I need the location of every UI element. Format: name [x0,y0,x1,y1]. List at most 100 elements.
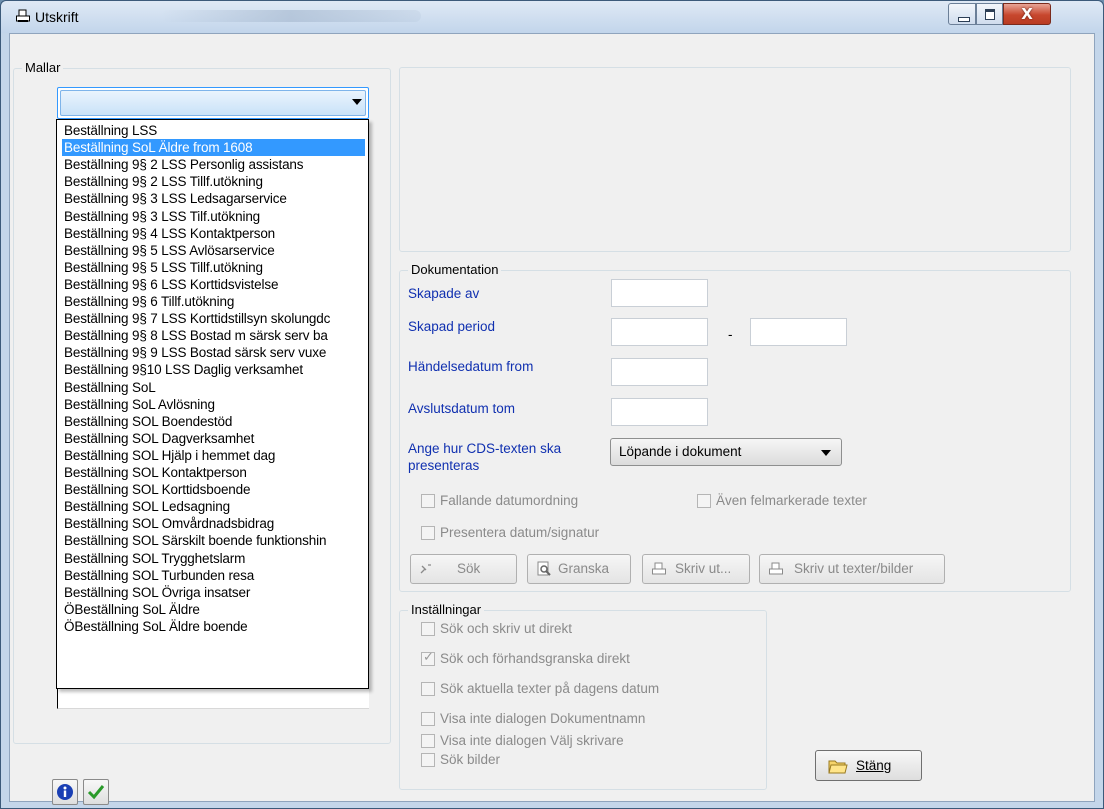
print-texts-button-label: Skriv ut texter/bilder [794,561,914,576]
template-list-item[interactable]: Beställning SOL Hjälp i hemmet dag [58,447,368,464]
template-list-item[interactable]: ÖBeställning SoL Äldre boende [58,618,368,635]
dialog-window: Utskrift X Mallar Dokumentation Inställn… [0,0,1104,809]
template-list-item[interactable]: Beställning SOL Ledsagning [58,498,368,515]
template-list-item[interactable]: Beställning SOL Omvårdnadsbidrag [58,515,368,532]
cds-label-line2: presenteras [408,458,480,473]
template-list-item[interactable]: Beställning 9§ 3 LSS Tilf.utökning [58,208,368,225]
template-list-item[interactable]: Beställning 9§ 7 LSS Korttidstillsyn sko… [58,310,368,327]
template-list-item[interactable]: Beställning SOL Dagverksamhet [58,430,368,447]
include-marked-label: Även felmarkerade texter [716,493,867,508]
close-icon: X [1021,5,1033,23]
settings-option-checkbox[interactable] [421,622,435,636]
chevron-down-icon[interactable] [352,99,362,105]
desc-date-order-checkbox[interactable] [421,494,435,508]
checkmark-icon: ✓ [423,650,434,665]
template-list-item[interactable]: Beställning SOL Turbunden resa [58,567,368,584]
folder-icon [828,760,848,774]
minimize-button[interactable] [948,3,976,25]
maximize-button[interactable] [976,3,1003,25]
template-list-item[interactable]: Beställning SOL Korttidsboende [58,481,368,498]
end-date-label: Avslutsdatum tom [408,401,516,416]
close-button-label: Stäng [856,758,892,773]
settings-option-label: Visa inte dialogen Dokumentnamn [440,711,646,726]
template-list-item[interactable]: Beställning 9§ 2 LSS Tillf.utökning [58,173,368,190]
ok-button[interactable] [83,779,109,805]
template-list-item[interactable]: Beställning 9§ 8 LSS Bostad m särsk serv… [58,327,368,344]
printer-icon [769,562,783,575]
maximize-icon [985,9,995,20]
template-list-item[interactable]: Beställning SoL Avlösning [58,396,368,413]
template-list-item[interactable]: Beställning SOL Övriga insatser [58,584,368,601]
cds-presentation-select[interactable]: Löpande i dokument [610,438,842,466]
settings-group-label: Inställningar [408,602,485,617]
template-list-item[interactable]: Beställning SoL Äldre from 1608 [62,139,365,157]
preview-panel [399,67,1071,252]
template-list-item[interactable]: Beställning 9§ 3 LSS Ledsagarservice [58,190,368,207]
template-combo[interactable] [57,87,369,119]
event-date-input[interactable] [611,358,708,386]
documentation-group-label: Dokumentation [408,262,502,277]
period-separator: - [728,327,733,342]
search-icon [420,564,431,574]
print-button[interactable]: Skriv ut... [642,554,750,584]
template-list-item[interactable]: ÖBeställning SoL Äldre [58,601,368,618]
search-button-label: Sök [457,561,481,576]
settings-option-checkbox[interactable] [421,712,435,726]
title-bar[interactable]: Utskrift X [1,1,1103,33]
template-list-item[interactable]: Beställning SoL [58,379,368,396]
cds-label-line1: Ange hur CDS-texten ska [408,441,562,456]
template-list-item[interactable]: Beställning 9§ 4 LSS Kontaktperson [58,225,368,242]
preview-button[interactable]: Granska [527,554,631,584]
template-list-item[interactable]: Beställning 9§ 5 LSS Avlösarservice [58,242,368,259]
dialog-client: Mallar Dokumentation Inställningar Bestä… [9,33,1095,805]
preview-button-label: Granska [558,561,610,576]
window-title: Utskrift [35,9,79,25]
close-button[interactable]: Stäng [815,750,922,781]
template-list-item[interactable]: Beställning SOL Kontaktperson [58,464,368,481]
info-button[interactable] [52,779,78,805]
chevron-down-icon [821,450,831,456]
documentation-group: Dokumentation [399,262,1071,592]
printer-icon [16,9,30,22]
settings-option-checkbox[interactable] [421,734,435,748]
include-marked-checkbox[interactable] [697,494,711,508]
template-list-item[interactable]: Beställning 9§ 2 LSS Personlig assistans [58,156,368,173]
settings-option-label: Sök aktuella texter på dagens datum [440,681,660,696]
template-list-item[interactable]: Beställning LSS [58,122,368,139]
template-list-remainder [57,689,369,709]
minimize-icon [958,17,970,22]
template-list-item[interactable]: Beställning 9§ 6 Tillf.utökning [58,293,368,310]
settings-option-label: Visa inte dialogen Välj skrivare [440,733,624,748]
present-date-sign-checkbox[interactable] [421,526,435,540]
print-button-label: Skriv ut... [675,561,732,576]
end-date-input[interactable] [611,398,708,426]
settings-option-label: Sök bilder [440,752,501,767]
template-list-item[interactable]: Beställning 9§ 9 LSS Bostad särsk serv v… [58,344,368,361]
event-date-label: Händelsedatum from [408,359,534,374]
template-list-item[interactable]: Beställning SOL Särskilt boende funktion… [58,532,368,549]
template-list-item[interactable]: Beställning SOL Trygghetslarm [58,550,368,567]
settings-option-label: Sök och förhandsgranska direkt [440,651,630,666]
desc-date-order-label: Fallande datumordning [440,493,579,508]
search-button[interactable]: Sök [410,554,517,584]
print-texts-button[interactable]: Skriv ut texter/bilder [759,554,945,584]
period-from-input[interactable] [611,318,708,346]
checkmark-icon [87,785,105,800]
template-list-item[interactable]: Beställning 9§ 6 LSS Korttidsvistelse [58,276,368,293]
settings-option-checkbox[interactable]: ✓ [421,650,435,666]
title-blurred-text [161,10,421,22]
template-list-item[interactable]: Beställning 9§ 5 LSS Tillf.utökning [58,259,368,276]
template-combo-field [60,90,366,116]
close-window-button[interactable]: X [1003,3,1051,25]
template-list-item[interactable]: Beställning SOL Boendestöd [58,413,368,430]
settings-option-checkbox[interactable] [421,682,435,696]
template-dropdown-list[interactable]: Beställning LSS Beställning SoL Äldre fro… [56,119,369,689]
template-list-item[interactable]: Beställning 9§10 LSS Daglig verksamhet [58,361,368,378]
info-icon [57,784,73,800]
settings-option-checkbox[interactable] [421,753,435,767]
magnifier-page-icon [537,561,551,576]
created-period-label: Skapad period [408,319,496,334]
created-by-input[interactable] [611,279,708,307]
created-by-label: Skapade av [408,286,480,301]
period-to-input[interactable] [750,318,847,346]
